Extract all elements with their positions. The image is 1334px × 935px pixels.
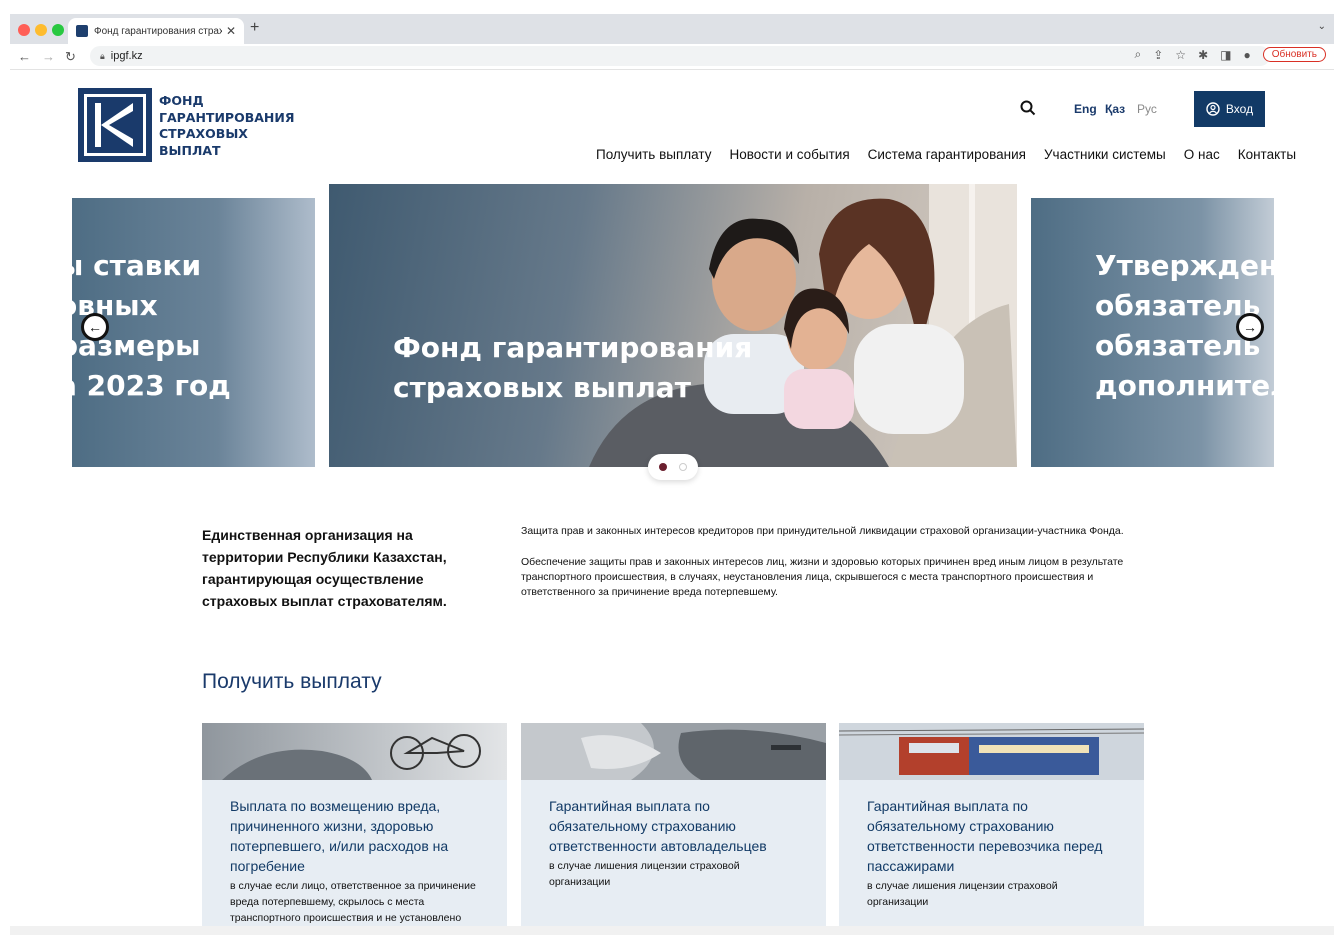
- lang-rus[interactable]: Рус: [1137, 102, 1157, 116]
- minimize-window-button[interactable]: [35, 24, 47, 36]
- back-icon[interactable]: ←: [18, 49, 31, 64]
- menu-get-payout[interactable]: Получить выплату: [596, 147, 711, 162]
- tab-title: Фонд гарантирования страх: [94, 25, 222, 37]
- page-bottom-edge: [10, 926, 1334, 935]
- payout-card-2[interactable]: Гарантийная выплата по обязательному стр…: [521, 723, 826, 935]
- carousel-dot-1[interactable]: [659, 463, 667, 471]
- carousel-slide-prev[interactable]: ы ставки овных размеры а 2023 год: [72, 198, 315, 467]
- card-image-bicycle: [202, 723, 507, 780]
- card-title: Выплата по возмещению вреда, причиненног…: [230, 798, 449, 874]
- browser-tab[interactable]: Фонд гарантирования страх ✕: [68, 18, 244, 44]
- carousel-next-arrow-icon[interactable]: →: [1236, 313, 1264, 341]
- card-subtitle: в случае лишения лицензии страховой орга…: [867, 880, 1058, 908]
- section-title: Получить выплату: [202, 670, 382, 693]
- carousel-dots: [648, 454, 698, 480]
- active-slide-heading: Фонд гарантирования страховых выплат: [393, 331, 753, 404]
- search-icon[interactable]: [1020, 100, 1036, 116]
- menu-about[interactable]: О нас: [1184, 147, 1220, 162]
- intro-paragraph-2: Обеспечение защиты прав и законных интер…: [521, 556, 1124, 598]
- lock-icon: 🔒︎: [100, 50, 105, 61]
- site-header: ФОНД ГАРАНТИРОВАНИЯ СТРАХОВЫХ ВЫПЛАТ Eng…: [10, 70, 1334, 184]
- card-image-car-crash: [521, 723, 826, 780]
- address-bar[interactable]: 🔒︎ ipgf.kz: [90, 46, 1270, 66]
- carousel-slide-active[interactable]: Фонд гарантирования страховых выплат: [329, 184, 1017, 467]
- browser-toolbar: ← → ↻ 🔒︎ ipgf.kz ⌕ ⇪ ☆ ✱ ◨ ● Обновить: [10, 44, 1334, 70]
- close-tab-icon[interactable]: ✕: [226, 24, 236, 38]
- hero-carousel: ы ставки овных размеры а 2023 год Фонд г…: [10, 184, 1334, 494]
- intro-heading: Единственная организация на территории Р…: [202, 527, 447, 609]
- update-browser-button[interactable]: Обновить: [1262, 47, 1326, 62]
- logo-mark[interactable]: [78, 88, 152, 162]
- carousel-dot-2[interactable]: [679, 463, 687, 471]
- forward-icon[interactable]: →: [42, 49, 55, 64]
- new-tab-icon[interactable]: +: [250, 19, 259, 37]
- profile-icon[interactable]: ●: [1243, 48, 1250, 62]
- login-label: Вход: [1225, 102, 1254, 116]
- family-photo: [589, 184, 1017, 467]
- extensions-icon[interactable]: ✱: [1198, 48, 1208, 62]
- side-panel-icon[interactable]: ◨: [1220, 48, 1231, 62]
- card-title: Гарантийная выплата по обязательному стр…: [867, 798, 1103, 874]
- share-icon[interactable]: ⇪: [1153, 48, 1163, 62]
- url-text: ipgf.kz: [110, 50, 143, 62]
- menu-guarantee-system[interactable]: Система гарантирования: [868, 147, 1026, 162]
- intro-paragraph-1: Защита прав и законных интересов кредито…: [521, 525, 1124, 537]
- card-subtitle: в случае если лицо, ответственное за при…: [230, 880, 476, 924]
- login-button[interactable]: Вход: [1194, 91, 1265, 127]
- card-subtitle: в случае лишения лицензии страховой орга…: [549, 860, 740, 888]
- lang-eng[interactable]: Eng: [1074, 102, 1097, 116]
- main-menu: Получить выплату Новости и события Систе…: [596, 147, 1296, 162]
- bookmark-star-icon[interactable]: ☆: [1175, 48, 1186, 62]
- zoom-icon[interactable]: ⌕: [1135, 47, 1142, 62]
- carousel-prev-arrow-icon[interactable]: ←: [81, 313, 109, 341]
- payout-card-1[interactable]: Выплата по возмещению вреда, причиненног…: [202, 723, 507, 935]
- lang-kaz[interactable]: Қаз: [1105, 102, 1125, 116]
- tab-list-chevron-icon[interactable]: ⌄: [1318, 21, 1326, 32]
- close-window-button[interactable]: [18, 24, 30, 36]
- intro-text: Защита прав и законных интересов кредито…: [521, 524, 1131, 616]
- reload-icon[interactable]: ↻: [65, 49, 76, 65]
- logo-k-icon: [95, 103, 133, 147]
- card-image-train: [839, 723, 1144, 780]
- payout-card-3[interactable]: Гарантийная выплата по обязательному стр…: [839, 723, 1144, 935]
- menu-participants[interactable]: Участники системы: [1044, 147, 1166, 162]
- browser-tab-bar: Фонд гарантирования страх ✕ + ⌄: [10, 14, 1334, 44]
- card-title: Гарантийная выплата по обязательному стр…: [549, 798, 767, 854]
- maximize-window-button[interactable]: [52, 24, 64, 36]
- menu-contacts[interactable]: Контакты: [1238, 147, 1296, 162]
- site-favicon-icon: [76, 25, 88, 37]
- logo-text[interactable]: ФОНД ГАРАНТИРОВАНИЯ СТРАХОВЫХ ВЫПЛАТ: [159, 93, 294, 159]
- menu-news[interactable]: Новости и события: [729, 147, 849, 162]
- user-circle-icon: [1206, 102, 1220, 116]
